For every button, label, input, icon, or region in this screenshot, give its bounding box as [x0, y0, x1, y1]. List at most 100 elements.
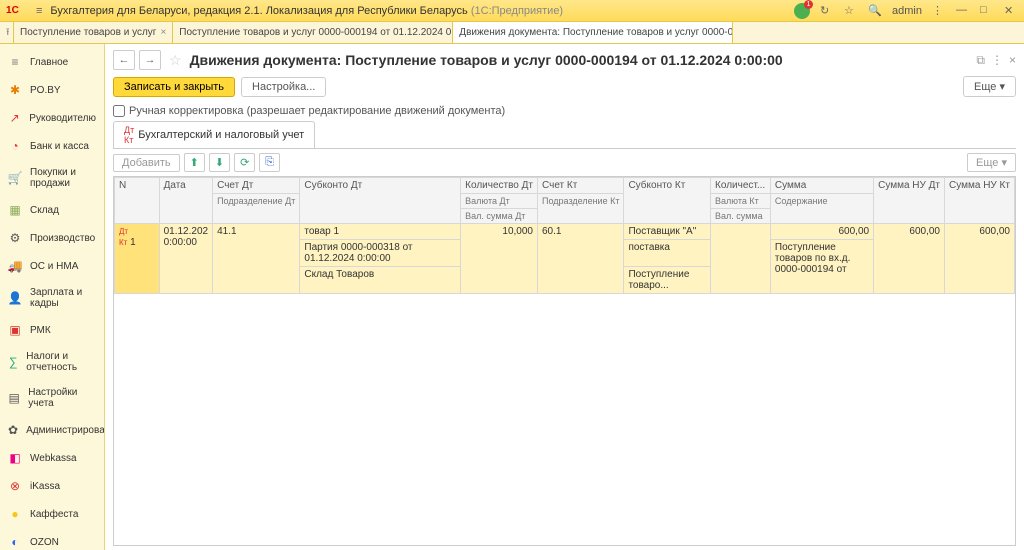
doc-header: ← → ☆ Движения документа: Поступление то… [113, 48, 1016, 74]
more-table-button[interactable]: Еще ▾ [967, 153, 1016, 172]
col-qty-kt[interactable]: Количест... [711, 178, 771, 194]
sidebar-icon: ∑ [8, 355, 18, 369]
close-icon[interactable]: ✕ [1004, 4, 1018, 18]
sidebar-item-1[interactable]: ✱ PO.BY [0, 76, 104, 104]
star-icon[interactable]: ☆ [169, 52, 182, 69]
subtabs: ДтКт Бухгалтерский и налоговый учет [113, 121, 1016, 149]
sidebar-label: Банк и касса [30, 141, 89, 152]
app-title: Бухгалтерия для Беларуси, редакция 2.1. … [50, 5, 563, 17]
sidebar-item-10[interactable]: ∑ Налоги и отчетность [0, 344, 104, 380]
table-row[interactable]: ДтКт 1 01.12.202 0:00:00 41.1 товар 1 10… [115, 224, 1015, 240]
subtab-accounting[interactable]: ДтКт Бухгалтерский и налоговый учет [113, 121, 315, 148]
sidebar-label: OZON [30, 537, 59, 548]
tab-2[interactable]: Движения документа: Поступление товаров … [453, 22, 733, 43]
manual-edit-input[interactable] [113, 105, 125, 117]
sidebar-icon: ⚙ [8, 231, 22, 245]
user-label[interactable]: admin [892, 5, 922, 17]
detach-icon[interactable]: ⧉ [976, 53, 985, 68]
close-panel-icon[interactable]: × [1009, 53, 1016, 68]
sidebar-icon: ◔ [8, 139, 22, 153]
sidebar-label: Каффеста [30, 509, 78, 520]
col-n[interactable]: N [115, 178, 160, 224]
sidebar-item-16[interactable]: ◐ OZON [0, 528, 104, 550]
favorite-icon[interactable]: ☆ [844, 4, 858, 18]
sidebar-item-3[interactable]: ◔ Банк и касса [0, 132, 104, 160]
manual-edit-checkbox[interactable]: Ручная корректировка (разрешает редактир… [113, 103, 1016, 121]
more-button[interactable]: Еще ▾ [963, 76, 1016, 97]
sidebar-item-4[interactable]: 🛒Покупки и продажи [0, 160, 104, 196]
sidebar-item-13[interactable]: ◧ Webkassa [0, 444, 104, 472]
sidebar-icon: ⊗ [8, 479, 22, 493]
col-kt[interactable]: Счет Кт [538, 178, 624, 194]
sidebar-icon: 👤 [8, 291, 22, 305]
sidebar-label: Налоги и отчетность [26, 351, 96, 373]
settings-button[interactable]: Настройка... [241, 77, 326, 97]
sidebar-icon: ▤ [8, 391, 20, 405]
col-nu-kt[interactable]: Сумма НУ Кт [945, 178, 1015, 224]
move-down-button[interactable]: ⬇ [209, 153, 230, 172]
sidebar-icon: 🚚 [8, 259, 22, 273]
sidebar-label: Покупки и продажи [30, 167, 96, 189]
sidebar-icon: ◧ [8, 451, 22, 465]
row-icon: ДтКт [119, 227, 128, 247]
nav-forward-button[interactable]: → [139, 50, 161, 70]
burger-icon[interactable]: ≡ [36, 5, 42, 17]
sidebar-item-0[interactable]: ≡ Главное [0, 48, 104, 76]
titlebar: ≡ Бухгалтерия для Беларуси, редакция 2.1… [0, 0, 1024, 22]
add-button[interactable]: Добавить [113, 154, 180, 172]
sidebar-item-11[interactable]: ▤ Настройки учета [0, 380, 104, 416]
sidebar-item-6[interactable]: ⚙Производство [0, 224, 104, 252]
sidebar-icon: ▣ [8, 323, 22, 337]
maximize-icon[interactable]: □ [980, 4, 994, 18]
sidebar-label: Главное [30, 57, 68, 68]
sidebar-label: PO.BY [30, 85, 61, 96]
settings-icon[interactable]: ⋮ [932, 4, 946, 18]
col-dt[interactable]: Счет Дт [213, 178, 300, 194]
sidebar-icon: ▦ [8, 203, 22, 217]
sidebar-item-15[interactable]: ● Каффеста [0, 500, 104, 528]
move-up-button[interactable]: ⬆ [184, 153, 205, 172]
col-qty-dt[interactable]: Количество Дт [461, 178, 538, 194]
tab-0[interactable]: Поступление товаров и услуг× [14, 22, 173, 43]
search-icon[interactable]: 🔍 [868, 4, 882, 18]
content: ← → ☆ Движения документа: Поступление то… [105, 44, 1024, 550]
sidebar-label: Склад [30, 205, 59, 216]
sidebar-icon: ✱ [8, 83, 22, 97]
close-tab-icon[interactable]: × [160, 27, 166, 38]
sidebar-icon: ✿ [8, 423, 18, 437]
nav-back-button[interactable]: ← [113, 50, 135, 70]
sidebar-item-9[interactable]: ▣РМК [0, 316, 104, 344]
sidebar-icon: ◐ [8, 535, 22, 549]
save-close-button[interactable]: Записать и закрыть [113, 77, 235, 97]
sidebar-label: Настройки учета [28, 387, 96, 409]
col-subk-kt[interactable]: Субконто Кт [624, 178, 711, 224]
sidebar-item-12[interactable]: ✿ Администрирование [0, 416, 104, 444]
tab-1[interactable]: Поступление товаров и услуг 0000-000194 … [173, 22, 453, 43]
sidebar-icon: ● [8, 507, 22, 521]
toolbar: Записать и закрыть Настройка... Еще ▾ [113, 74, 1016, 103]
sidebar-item-5[interactable]: ▦ Склад [0, 196, 104, 224]
history-icon[interactable]: ↻ [820, 4, 834, 18]
sidebar-item-14[interactable]: ⊗iKassa [0, 472, 104, 500]
sidebar-icon: ↗ [8, 111, 21, 125]
export-button[interactable]: ⎘ [259, 153, 280, 172]
col-nu-dt[interactable]: Сумма НУ Дт [874, 178, 945, 224]
sidebar-label: Зарплата и кадры [30, 287, 96, 309]
col-subk-dt[interactable]: Субконто Дт [300, 178, 461, 224]
sidebar-item-7[interactable]: 🚚ОС и НМА [0, 252, 104, 280]
minimize-icon[interactable]: — [956, 4, 970, 18]
sidebar-label: Администрирование [26, 425, 105, 436]
window-tabs: ⭱ Поступление товаров и услуг× Поступлен… [0, 22, 1024, 44]
sidebar-icon: ≡ [8, 55, 22, 69]
col-date[interactable]: Дата [159, 178, 213, 224]
app-logo [6, 4, 22, 18]
col-sum[interactable]: Сумма [770, 178, 873, 194]
refresh-button[interactable]: ⟳ [234, 153, 255, 172]
home-tab-icon[interactable]: ⭱ [0, 22, 14, 43]
movements-grid[interactable]: N Дата Счет Дт Субконто Дт Количество Дт… [113, 176, 1016, 546]
kebab-icon[interactable]: ⋮ [991, 53, 1003, 68]
sidebar-item-8[interactable]: 👤 Зарплата и кадры [0, 280, 104, 316]
notifications-icon[interactable] [794, 3, 810, 19]
sidebar-item-2[interactable]: ↗Руководителю [0, 104, 104, 132]
sidebar-label: Webkassa [30, 453, 77, 464]
